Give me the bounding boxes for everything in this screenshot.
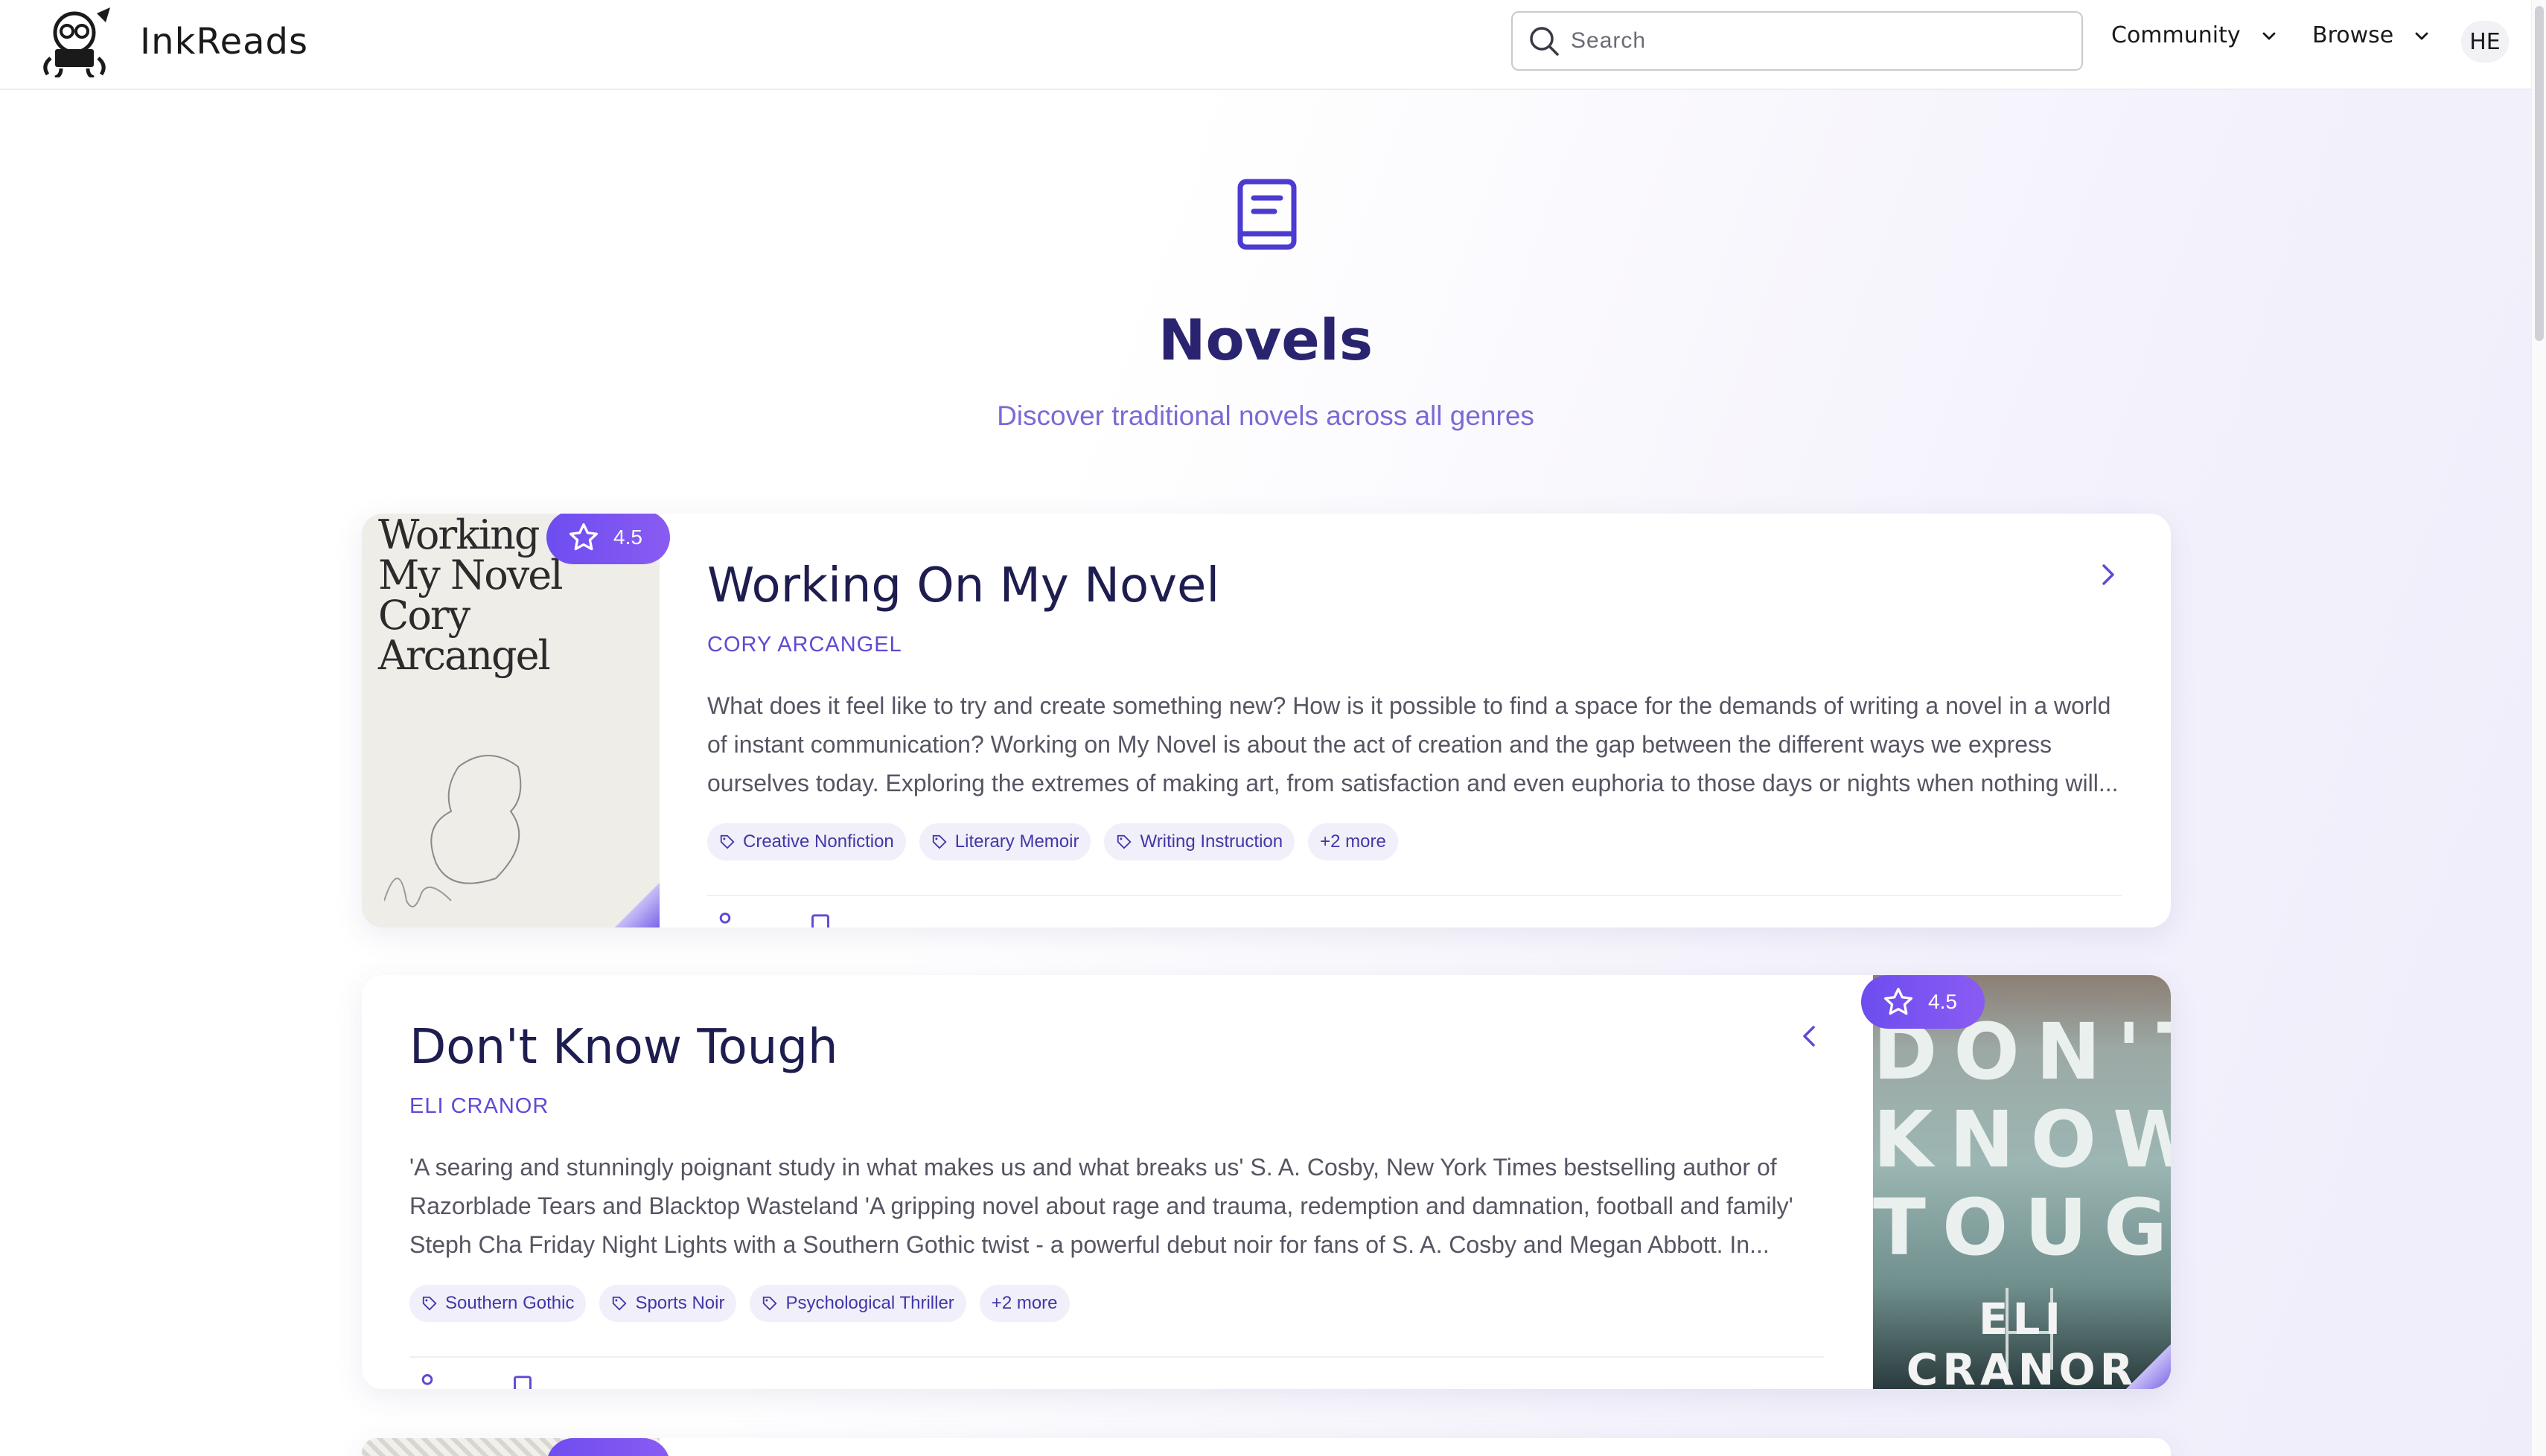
card-footer-icons: [417, 1373, 533, 1389]
book-card[interactable]: Don't Know Tough ELI CRANOR 'A searing a…: [362, 975, 2171, 1389]
tag-icon: [720, 834, 735, 849]
genre-tag[interactable]: Literary Memoir: [919, 823, 1091, 860]
book-cover[interactable]: DON'T KNOW TOUGH ELI CRANOR: [1873, 975, 2171, 1389]
star-icon: [569, 523, 599, 551]
chevron-left-icon[interactable]: [1794, 1021, 1824, 1051]
tag-list: Creative Nonfiction Literary Memoir Writ…: [707, 823, 1398, 860]
user-avatar[interactable]: HE: [2461, 21, 2509, 63]
book-title[interactable]: Don't Know Tough: [409, 1020, 838, 1075]
tag-list: Southern Gothic Sports Noir Psychologica…: [409, 1285, 1070, 1322]
book-card[interactable]: [362, 1438, 2171, 1456]
chevron-down-icon: [2262, 32, 2276, 39]
scrollbar-thumb[interactable]: [2535, 6, 2544, 341]
nav-browse-label: Browse: [2312, 22, 2394, 48]
genre-tag[interactable]: Southern Gothic: [409, 1285, 587, 1322]
page-curl: [615, 883, 660, 927]
brand-name[interactable]: InkReads: [140, 21, 308, 63]
star-icon: [1883, 987, 1913, 1015]
book-description: 'A searing and stunningly poignant study…: [409, 1154, 1793, 1258]
genre-tag[interactable]: Psychological Thriller: [750, 1285, 966, 1322]
tag-icon: [1117, 834, 1132, 849]
book-icon: [1237, 179, 1297, 250]
nav-community-label: Community: [2111, 22, 2241, 48]
genre-tag[interactable]: Sports Noir: [599, 1285, 737, 1322]
sketch-illustration: [384, 755, 522, 907]
tag-icon: [613, 1296, 627, 1311]
more-tags-chip[interactable]: +2 more: [979, 1285, 1070, 1322]
top-navbar: InkReads Community Browse HE: [0, 0, 2531, 90]
tag-icon: [932, 834, 947, 849]
page-curl: [2126, 1344, 2171, 1389]
card-divider: [707, 895, 2122, 896]
book-card[interactable]: Working My Novel Cory Arcangel 4.5 Worki…: [362, 514, 2171, 927]
octopus-reader-logo-icon[interactable]: [39, 6, 116, 77]
nav-browse[interactable]: Browse: [2312, 22, 2431, 48]
user-icon: [719, 913, 731, 924]
tag-icon: [763, 1296, 778, 1311]
book-title[interactable]: Working On My Novel: [707, 558, 1219, 613]
rating-value: 4.5: [613, 526, 642, 549]
user-icon: [421, 1374, 433, 1385]
book-description: What does it feel like to try and create…: [707, 692, 2119, 796]
rating-value: 4.5: [1928, 990, 1957, 1013]
page-subtitle: Discover traditional novels across all g…: [997, 400, 1534, 431]
calendar-icon: [811, 914, 829, 927]
genre-tag[interactable]: Creative Nonfiction: [707, 823, 906, 860]
rating-badge: [546, 1438, 670, 1456]
tag-icon: [422, 1296, 437, 1311]
page-scrollbar[interactable]: [2531, 0, 2546, 1456]
search-box[interactable]: [1511, 11, 2083, 71]
cover-title-text: Working My Novel Cory Arcangel: [378, 514, 563, 679]
card-footer-icons: [715, 911, 831, 927]
book-author[interactable]: ELI CRANOR: [409, 1094, 549, 1119]
calendar-icon: [514, 1376, 532, 1389]
nav-community[interactable]: Community: [2111, 22, 2278, 48]
chevron-right-icon[interactable]: [2093, 560, 2123, 590]
search-input[interactable]: [1571, 28, 2077, 54]
cover-title-text: DON'T KNOW TOUGH: [1873, 1006, 2171, 1273]
book-author[interactable]: CORY ARCANGEL: [707, 633, 902, 657]
page-title: Novels: [1158, 307, 1374, 373]
genre-tag[interactable]: Writing Instruction: [1104, 823, 1295, 860]
card-divider: [409, 1356, 1824, 1358]
more-tags-chip[interactable]: +2 more: [1308, 823, 1398, 860]
book-cover[interactable]: Working My Novel Cory Arcangel: [362, 514, 660, 927]
rating-badge: 4.5: [546, 514, 670, 564]
chevron-down-icon: [2415, 32, 2428, 39]
search-icon: [1530, 27, 1559, 56]
rating-badge: 4.5: [1861, 975, 1985, 1029]
